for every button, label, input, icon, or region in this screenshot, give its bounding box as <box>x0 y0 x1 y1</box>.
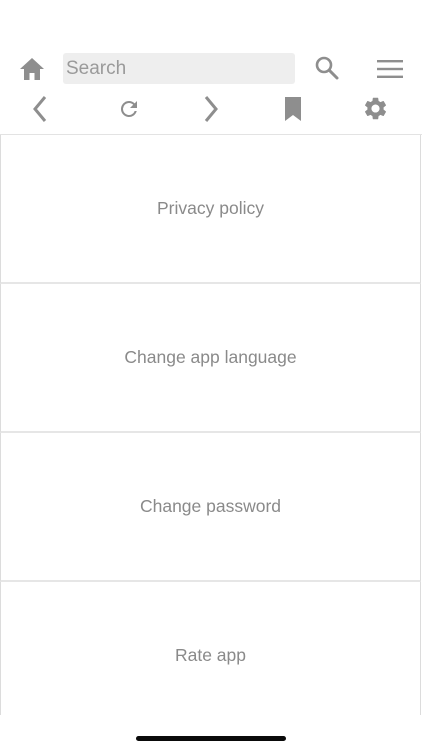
bookmark-button[interactable] <box>278 93 308 125</box>
home-button[interactable] <box>17 54 47 84</box>
privacy-policy-item[interactable]: Privacy policy <box>0 135 421 284</box>
refresh-icon <box>121 101 137 117</box>
forward-button[interactable] <box>196 93 226 125</box>
search-button[interactable] <box>311 52 343 84</box>
rate-app-item[interactable]: Rate app <box>0 582 421 715</box>
search-icon <box>315 56 339 80</box>
top-bar <box>0 48 422 90</box>
home-indicator <box>136 736 286 741</box>
list-item-label: Change app language <box>124 347 297 367</box>
chevron-right-icon <box>204 96 218 122</box>
list-item-label: Rate app <box>174 645 247 665</box>
gear-icon <box>364 97 387 120</box>
menu-button[interactable] <box>374 53 406 85</box>
navigation-bar <box>0 90 422 128</box>
back-button[interactable] <box>25 93 55 125</box>
change-app-language-item[interactable]: Change app language <box>0 284 421 433</box>
chevron-left-icon <box>33 96 47 122</box>
home-icon <box>20 58 44 80</box>
list-item-label: Change password <box>139 496 282 516</box>
bookmark-icon <box>285 97 301 121</box>
refresh-button[interactable] <box>113 93 145 125</box>
change-password-item[interactable]: Change password <box>0 433 421 582</box>
list-item-label: Privacy policy <box>157 198 264 218</box>
settings-button[interactable] <box>359 92 392 125</box>
menu-list: Privacy policy Change app language Chang… <box>0 134 422 715</box>
search-input[interactable] <box>63 53 295 84</box>
menu-icon <box>377 60 403 78</box>
